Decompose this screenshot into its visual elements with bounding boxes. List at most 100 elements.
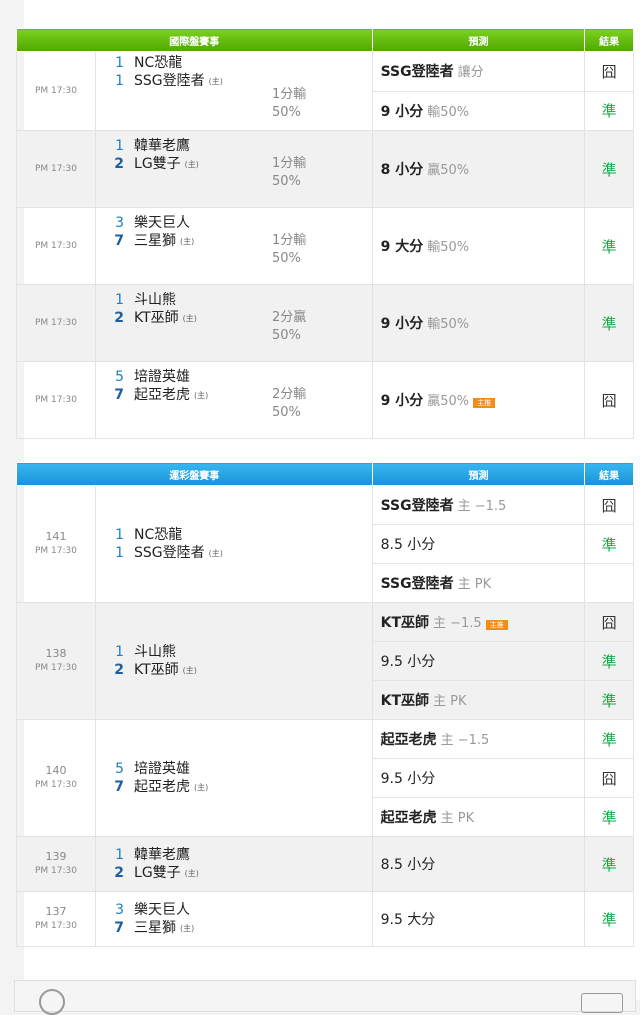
prediction: SSG登陸者 讓分 — [371, 51, 586, 92]
teams-cell: 1 NC恐龍 1 SSG登陸者 (主) 1分輸 50% — [95, 51, 373, 131]
game-id-time: 137 PM 17:30 — [15, 891, 97, 947]
away-team: 1 斗山熊 — [115, 292, 177, 308]
home-team: 1 SSG登陸者 (主) — [115, 544, 223, 561]
teams-cell: 1 韓華老鷹 2 LG雙子 (主) 1分輸 50% — [95, 130, 373, 208]
intl-match-header: 國際盤賽事 — [16, 28, 373, 52]
game-id-time: 141 PM 17:30 — [15, 485, 97, 603]
result-badge: 囧 — [584, 361, 634, 439]
home-team: 7 起亞老虎 (主) — [114, 387, 209, 403]
away-team: 3 樂天巨人 — [115, 215, 191, 231]
table-row[interactable]: 141 PM 17:30 1 NC恐龍 1 SSG登陸者 (主) SSG登陸者主 −1.… — [15, 485, 634, 603]
game-time: PM 17:30 — [15, 207, 97, 285]
home-team: 2 LG雙子 (主) — [114, 156, 199, 172]
result-badge: 準 — [584, 524, 634, 564]
prediction: 9 小分 贏50% 主推 — [371, 361, 586, 439]
lottery-pred-header: 預測 — [371, 462, 586, 486]
result-badge: 準 — [584, 90, 634, 131]
prediction: KT巫師主 PK — [371, 680, 586, 720]
table-row[interactable]: 137 PM 17:30 3 樂天巨人 7 三星獅 (主) 9.5 大分 準 — [15, 891, 634, 947]
table-row[interactable]: PM 17:30 1 NC恐龍 1 SSG登陸者 (主) 1分輸 50% SSG登陸者讓… — [15, 51, 634, 131]
teams-cell: 3 樂天巨人 7 三星獅 (主) 1分輸 50% — [95, 207, 373, 285]
badge-icon: 主推 — [485, 620, 508, 630]
prediction: 9.5 小分 — [371, 758, 586, 798]
intl-pred-header: 預測 — [371, 28, 586, 52]
spread-info: 1分輸 50% — [272, 156, 307, 189]
result-badge: 準 — [584, 797, 634, 837]
table-row[interactable]: PM 17:30 1 韓華老鷹 2 LG雙子 (主) 1分輸 50% 8 小分 贏50% … — [15, 130, 634, 208]
prediction: 9 小分 輸50% — [371, 284, 586, 362]
result-badge: 準 — [584, 207, 634, 285]
spread-info: 2分輸 50% — [272, 387, 307, 420]
home-team: 7 三星獅 (主) — [114, 233, 195, 249]
home-team: 1 SSG登陸者 (主) — [115, 73, 223, 89]
table-row[interactable]: PM 17:30 5 培證英雄 7 起亞老虎 (主) 2分輸 50% 9 小分 贏50% 主… — [15, 361, 634, 439]
intl-result-header: 結果 — [584, 28, 634, 52]
result-badge: 準 — [584, 891, 634, 947]
game-id-time: 140 PM 17:30 — [15, 719, 97, 837]
prediction: 起亞老虎主 −1.5 — [371, 719, 586, 759]
prediction: KT巫師主 −1.5 主推 — [371, 602, 586, 642]
home-team: 7 起亞老虎 (主) — [114, 778, 209, 795]
table-row[interactable]: PM 17:30 1 斗山熊 2 KT巫師 (主) 2分贏 50% 9 小分 輸50% 準 — [15, 284, 634, 362]
game-time: PM 17:30 — [15, 284, 97, 362]
away-team: 5 培證英雄 — [115, 760, 191, 777]
spread-info: 1分輸 50% — [272, 233, 307, 266]
home-team: 7 三星獅 (主) — [114, 919, 195, 936]
away-team: 1 斗山熊 — [115, 643, 177, 660]
game-id-time: 139 PM 17:30 — [15, 836, 97, 892]
result-badge: 準 — [584, 719, 634, 759]
result-badge: 囧 — [584, 602, 634, 642]
table-row[interactable]: 139 PM 17:30 1 韓華老鷹 2 LG雙子 (主) 8.5 小分 準 — [15, 836, 634, 892]
teams-cell: 1 斗山熊 2 KT巫師 (主) 2分贏 50% — [95, 284, 373, 362]
result-badge: 準 — [584, 680, 634, 720]
game-id-time: 138 PM 17:30 — [15, 602, 97, 720]
game-time: PM 17:30 — [15, 130, 97, 208]
lottery-match-header: 運彩盤賽事 — [16, 462, 373, 486]
teams-cell: 5 培證英雄 7 起亞老虎 (主) — [95, 719, 373, 837]
result-badge: 準 — [584, 130, 634, 208]
away-team: 1 韓華老鷹 — [115, 846, 191, 863]
avatar-icon[interactable] — [39, 989, 65, 1015]
result-badge: 囧 — [584, 758, 634, 798]
spread-info: 2分贏 50% — [272, 310, 307, 343]
table-row[interactable]: 138 PM 17:30 1 斗山熊 2 KT巫師 (主) KT巫師主 −1.5 主推 囧 — [15, 602, 634, 720]
result-badge: 準 — [584, 641, 634, 681]
badge-icon: 主推 — [473, 398, 496, 408]
prediction: 8.5 小分 — [371, 836, 586, 892]
prediction: 9 大分 輸50% — [371, 207, 586, 285]
sportslottery-odds-table: 運彩盤賽事 預測 結果 141 PM 17:30 1 NC恐龍 1 SSG登陸者 (主)… — [15, 462, 634, 947]
intl-odds-table: 國際盤賽事 預測 結果 PM 17:30 1 NC恐龍 1 SSG登陸者 (主) 1分… — [15, 28, 634, 439]
prediction: 9.5 小分 — [371, 641, 586, 681]
comment-bar — [14, 980, 636, 1015]
submit-button[interactable] — [581, 993, 623, 1013]
prediction: 起亞老虎主 PK — [371, 797, 586, 837]
result-badge — [584, 563, 634, 603]
result-badge: 囧 — [584, 51, 634, 92]
teams-cell: 1 NC恐龍 1 SSG登陸者 (主) — [95, 485, 373, 603]
prediction: 8 小分 贏50% — [371, 130, 586, 208]
game-time: PM 17:30 — [15, 51, 97, 131]
home-team: 2 KT巫師 (主) — [114, 661, 197, 678]
result-badge: 準 — [584, 836, 634, 892]
result-badge: 囧 — [584, 485, 634, 525]
teams-cell: 5 培證英雄 7 起亞老虎 (主) 2分輸 50% — [95, 361, 373, 439]
prediction: SSG登陸者主 PK — [371, 563, 586, 603]
prediction: 9 小分 輸50% — [371, 90, 586, 131]
teams-cell: 1 韓華老鷹 2 LG雙子 (主) — [95, 836, 373, 892]
game-time: PM 17:30 — [15, 361, 97, 439]
prediction: SSG登陸者主 −1.5 — [371, 485, 586, 525]
home-team: 2 KT巫師 (主) — [114, 310, 197, 326]
prediction: 8.5 小分 — [371, 524, 586, 564]
teams-cell: 1 斗山熊 2 KT巫師 (主) — [95, 602, 373, 720]
home-team: 2 LG雙子 (主) — [114, 864, 199, 881]
away-team: 3 樂天巨人 — [115, 901, 191, 918]
away-team: 5 培證英雄 — [115, 369, 191, 385]
table-row[interactable]: PM 17:30 3 樂天巨人 7 三星獅 (主) 1分輸 50% 9 大分 輸50% 準 — [15, 207, 634, 285]
lottery-result-header: 結果 — [584, 462, 634, 486]
result-badge: 準 — [584, 284, 634, 362]
spread-info: 1分輸 50% — [272, 87, 307, 120]
away-team: 1 韓華老鷹 — [115, 138, 191, 154]
table-row[interactable]: 140 PM 17:30 5 培證英雄 7 起亞老虎 (主) 起亞老虎主 −1.5 準 — [15, 719, 634, 837]
away-team: 1 NC恐龍 — [115, 55, 183, 71]
away-team: 1 NC恐龍 — [115, 526, 183, 543]
